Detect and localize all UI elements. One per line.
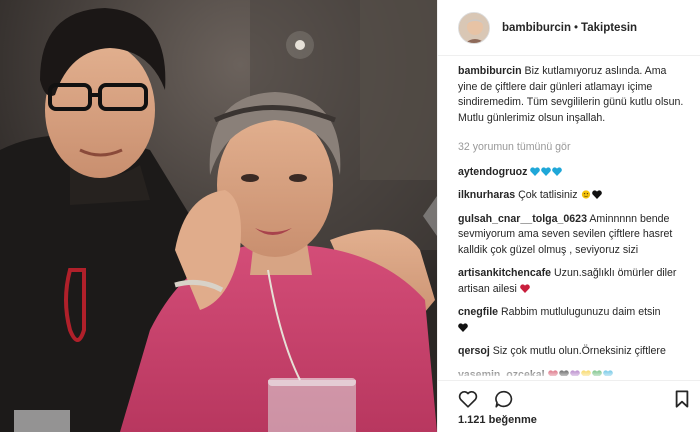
comment-item: qersoj Siz çok mutlu olun.Örneksiniz çif… xyxy=(458,344,686,360)
post-side-panel: bambiburcin • Takiptesin bambiburcin Biz k… xyxy=(437,0,700,432)
post-photo[interactable] xyxy=(0,0,437,432)
comment-item: cnegfile Rabbim mutlulugunuzu daim etsin xyxy=(458,305,686,336)
action-icons xyxy=(458,390,514,408)
comments-list[interactable]: bambiburcin Biz kutlamıyoruz aslında. Am… xyxy=(438,64,700,376)
comment-item: ilknurharas Çok tatlisiniz xyxy=(458,188,686,204)
comment-bubble-icon[interactable] xyxy=(494,390,514,408)
photo-illustration xyxy=(0,0,437,432)
blue-heart-icon xyxy=(552,166,563,176)
comments-fade xyxy=(438,364,700,380)
comment-username[interactable]: ilknurharas xyxy=(458,189,515,201)
comment-username[interactable]: artisankitchencafe xyxy=(458,267,551,279)
caption: bambiburcin Biz kutlamıyoruz aslında. Am… xyxy=(458,64,686,126)
likes-number: 1.121 xyxy=(458,414,486,426)
view-all-comments-link[interactable]: 32 yorumun tümünü gör xyxy=(458,140,686,156)
heart-outline-icon[interactable] xyxy=(458,390,478,408)
caption-username[interactable]: bambiburcin xyxy=(458,65,522,77)
comment-item: gulsah_cnar__tolga_0623 Aminnnnn bende s… xyxy=(458,212,686,259)
comment-text: Siz çok mutlu olun.Örneksiniz çiftlere xyxy=(492,345,666,357)
comment-item: aytendogruoz xyxy=(458,165,686,181)
blue-heart-icon xyxy=(530,166,541,176)
face-emoji-icon xyxy=(581,190,590,199)
comment-text: Çok tatlisiniz xyxy=(518,189,578,201)
comment-username[interactable]: qersoj xyxy=(458,345,490,357)
post-actions: 1.121 beğenme xyxy=(438,380,700,432)
likes-count[interactable]: 1.121 beğenme xyxy=(458,414,537,426)
red-heart-icon xyxy=(520,283,530,293)
black-heart-icon xyxy=(591,190,602,199)
instagram-post: bambiburcin • Takiptesin bambiburcin Biz k… xyxy=(0,0,700,432)
header-separator: • xyxy=(574,21,579,34)
avatar-image xyxy=(459,12,489,43)
post-header: bambiburcin • Takiptesin xyxy=(438,0,700,56)
comment-emojis xyxy=(530,166,563,178)
comment-username[interactable]: gulsah_cnar__tolga_0623 xyxy=(458,213,587,225)
photo-next-arrow-icon[interactable] xyxy=(423,196,437,236)
header-username[interactable]: bambiburcin xyxy=(502,22,571,34)
comment-username[interactable]: cnegfile xyxy=(458,306,498,318)
comment-username[interactable]: aytendogruoz xyxy=(458,166,527,178)
bookmark-button[interactable] xyxy=(674,390,690,408)
likes-label: beğenme xyxy=(488,414,537,426)
avatar[interactable] xyxy=(458,11,490,44)
comment-text: Rabbim mutlulugunuzu daim etsin xyxy=(501,306,661,318)
follow-status[interactable]: Takiptesin xyxy=(581,22,637,34)
header-text: bambiburcin • Takiptesin xyxy=(502,22,637,34)
bookmark-icon[interactable] xyxy=(674,390,690,408)
black-heart-icon xyxy=(458,322,468,332)
comment-item: artisankitchencafe Uzun.sağlıklı ömürler… xyxy=(458,266,686,297)
blue-heart-icon xyxy=(541,166,552,176)
